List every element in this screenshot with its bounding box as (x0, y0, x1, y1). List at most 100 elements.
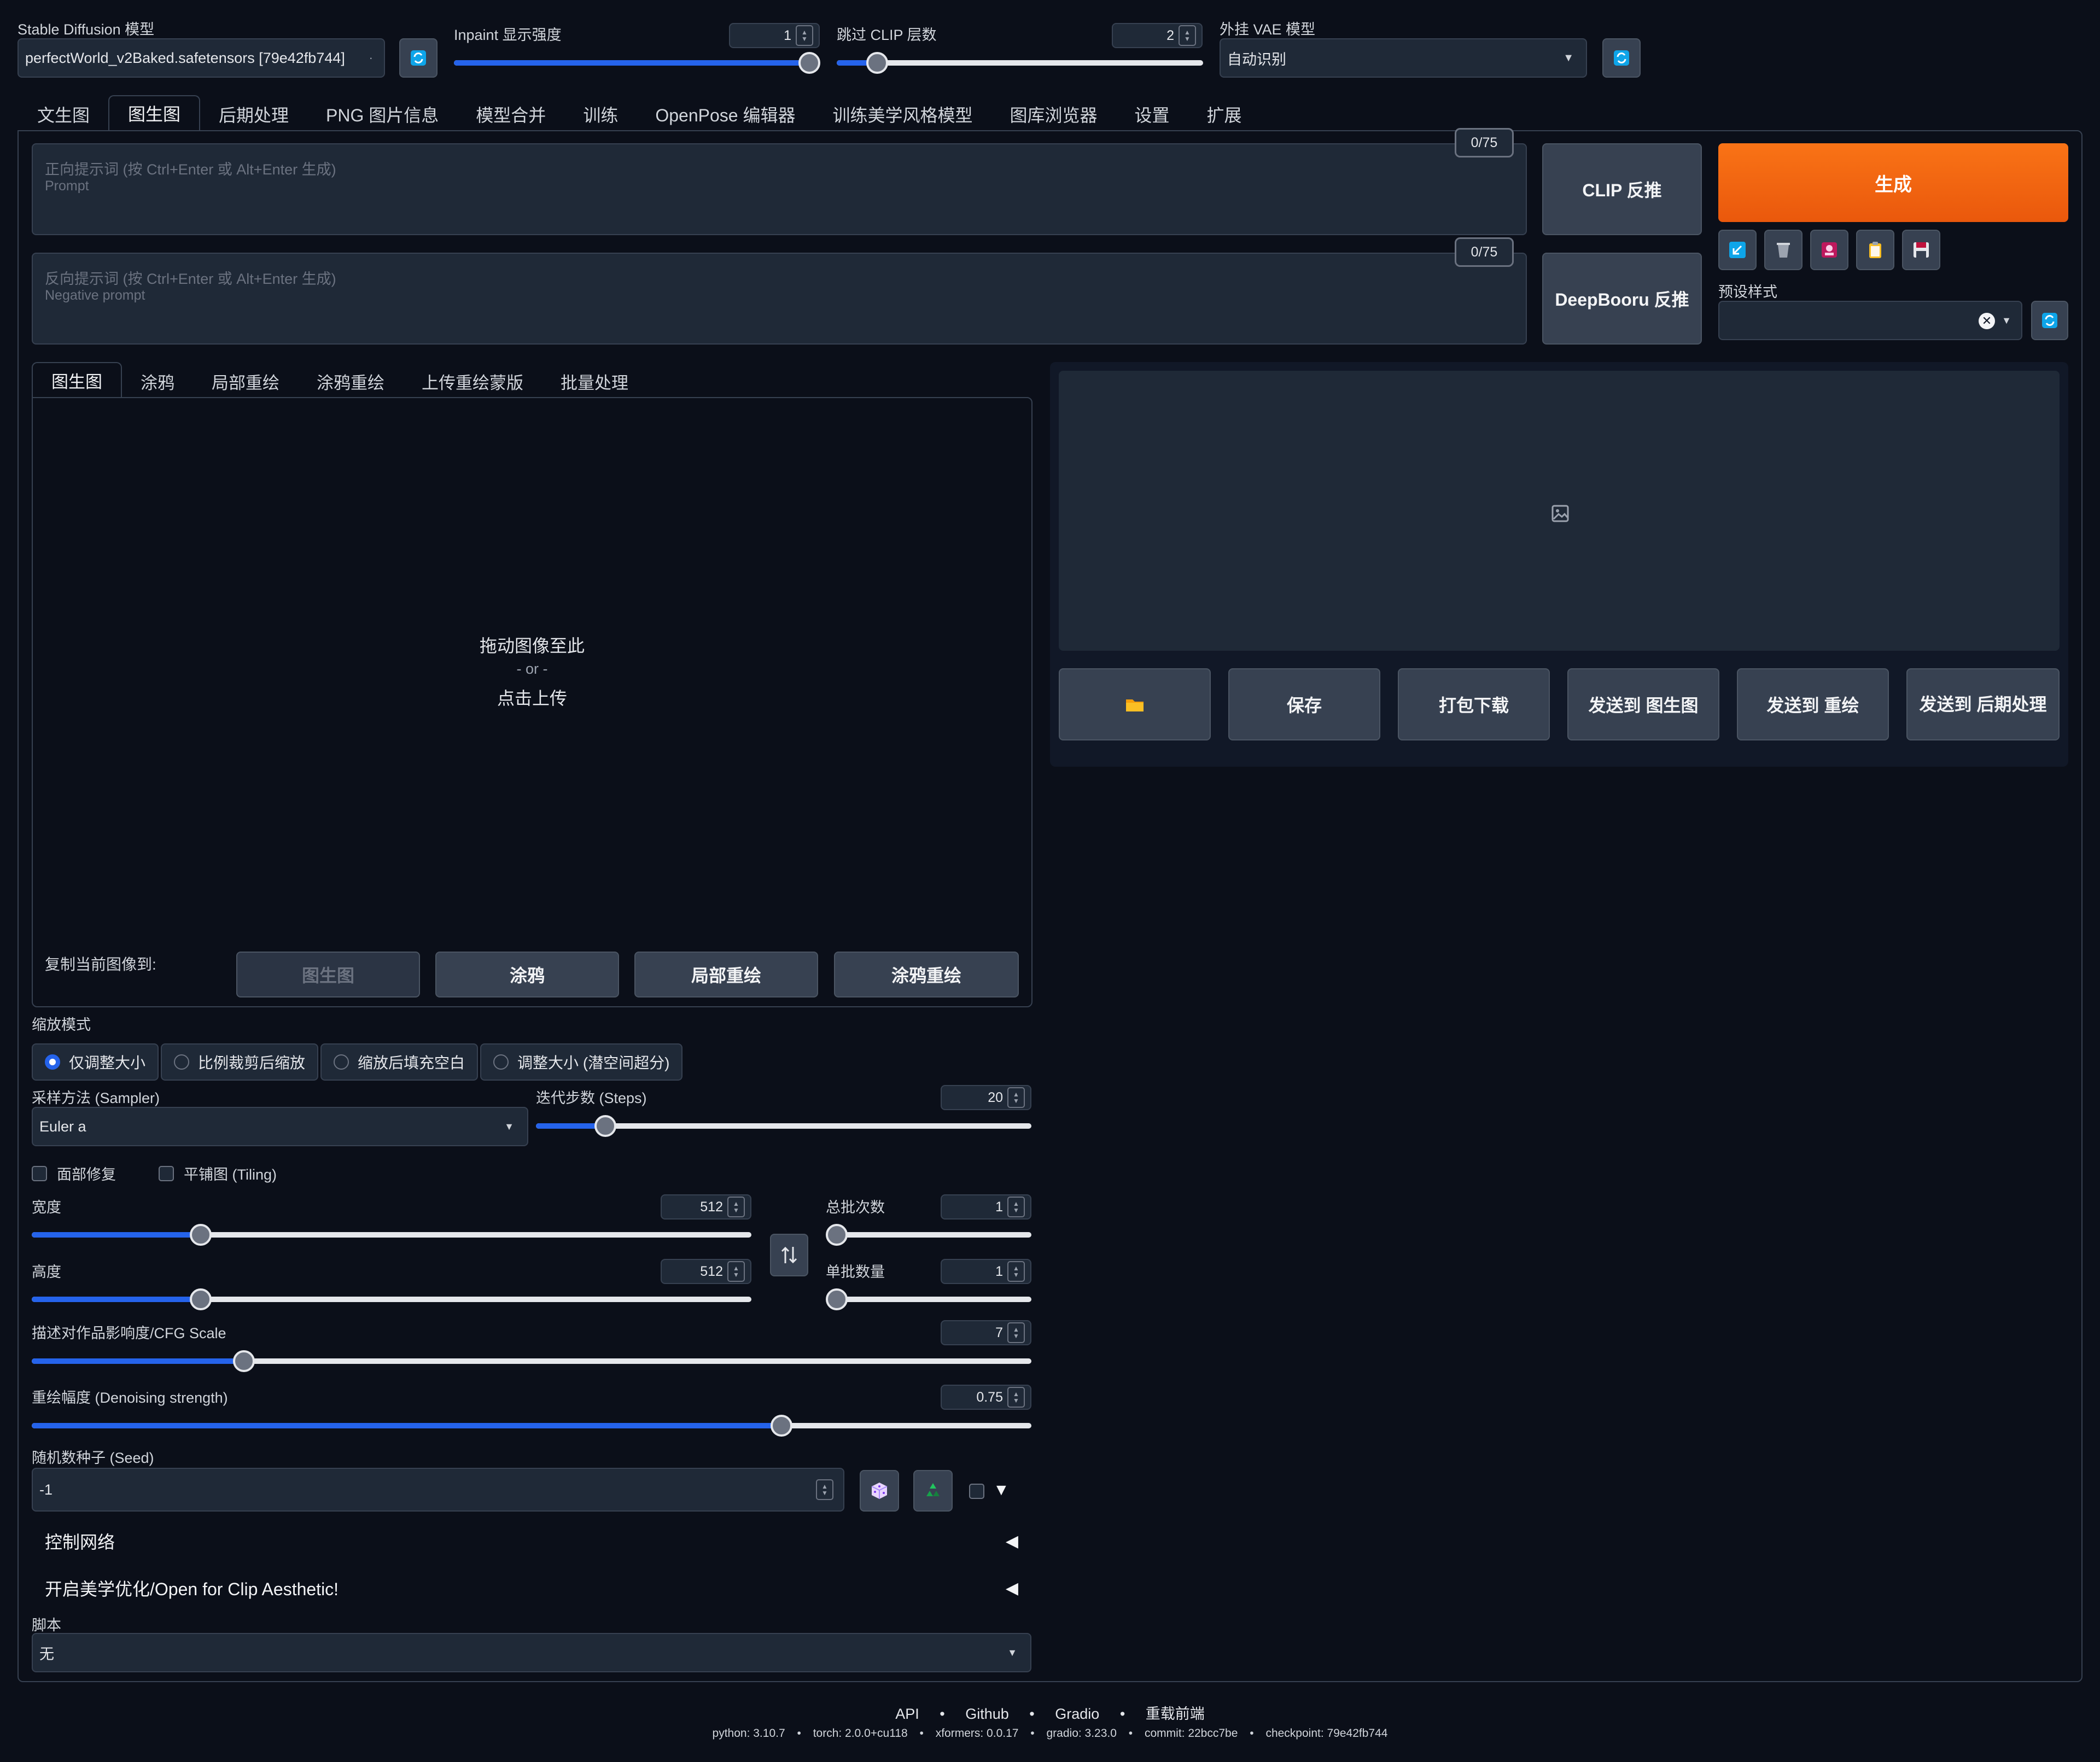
negative-prompt-input[interactable]: 反向提示词 (按 Ctrl+Enter 或 Alt+Enter 生成) Nega… (32, 253, 1527, 345)
zip-download-button[interactable]: 打包下载 (1398, 668, 1550, 740)
extra-networks-button[interactable] (1810, 230, 1848, 270)
height-slider[interactable] (32, 1288, 751, 1310)
batch-size-input[interactable]: 1 ▲ ▼ (941, 1259, 1031, 1284)
tab-inpaint-sketch[interactable]: 涂鸦重绘 (298, 364, 403, 398)
width-slider[interactable] (32, 1224, 751, 1246)
extra-seed-checkbox[interactable] (969, 1484, 984, 1499)
tab-settings[interactable]: 设置 (1116, 97, 1188, 131)
vae-select[interactable]: 自动识别 ▼ (1220, 38, 1587, 78)
footer-link-reload[interactable]: 重载前端 (1146, 1706, 1205, 1722)
spinner-icon[interactable]: ▲ ▼ (1179, 25, 1196, 46)
footer-link-gradio[interactable]: Gradio (1055, 1706, 1099, 1722)
positive-prompt-input[interactable]: 正向提示词 (按 Ctrl+Enter 或 Alt+Enter 生成) Prom… (32, 143, 1527, 235)
tab-inpaint[interactable]: 局部重绘 (193, 364, 298, 398)
save-style-button[interactable] (1902, 230, 1940, 270)
inpaint-strength-input[interactable]: 1 ▲ ▼ (729, 23, 820, 48)
reuse-seed-button[interactable] (913, 1470, 953, 1512)
steps-input[interactable]: 20 ▲ ▼ (941, 1085, 1031, 1110)
save-button[interactable]: 保存 (1228, 668, 1380, 740)
tab-merge[interactable]: 模型合并 (457, 97, 564, 131)
spinner-icon[interactable]: ▲ ▼ (796, 25, 813, 46)
clip-skip-slider[interactable] (837, 52, 1203, 74)
accordion-controlnet[interactable]: 控制网络 ◀ (32, 1521, 1031, 1561)
denoise-input[interactable]: 0.75 ▲ ▼ (941, 1385, 1031, 1410)
tab-png-info[interactable]: PNG 图片信息 (307, 97, 457, 131)
spinner-icon[interactable]: ▲ ▼ (727, 1261, 745, 1282)
image-upload-area[interactable]: 拖动图像至此 - or - 点击上传 (32, 397, 1032, 1007)
tab-sketch[interactable]: 涂鸦 (122, 364, 193, 398)
footer-link-api[interactable]: API (895, 1706, 919, 1722)
refresh-model-button[interactable] (399, 38, 438, 78)
clip-skip-input[interactable]: 2 ▲ ▼ (1112, 23, 1203, 48)
send-to-img2img-button[interactable]: 发送到 图生图 (1567, 668, 1719, 740)
spinner-icon[interactable]: ▲ ▼ (1007, 1261, 1025, 1282)
apply-style-button[interactable] (1856, 230, 1894, 270)
spinner-icon[interactable]: ▲ ▼ (1007, 1087, 1025, 1108)
sd-model-select[interactable]: perfectWorld_v2Baked.safetensors [79e42f… (18, 38, 385, 78)
copy-to-inpaint-sketch-button[interactable]: 涂鸦重绘 (834, 952, 1019, 997)
tab-batch[interactable]: 批量处理 (542, 364, 647, 398)
open-folder-button[interactable] (1059, 668, 1211, 740)
preset-style-select[interactable]: ✕ ▼ (1718, 301, 2022, 340)
inpaint-strength-slider[interactable] (454, 52, 820, 74)
tab-train[interactable]: 训练 (564, 97, 637, 131)
tab-inpaint-upload[interactable]: 上传重绘蒙版 (403, 364, 542, 398)
script-select[interactable]: 无 ▼ (32, 1633, 1031, 1672)
random-seed-button[interactable] (860, 1470, 899, 1512)
footer-link-github[interactable]: Github (965, 1706, 1009, 1722)
tab-openpose[interactable]: OpenPose 编辑器 (637, 97, 814, 131)
copy-to-img2img-button[interactable]: 图生图 (236, 952, 420, 997)
accordion-aesthetic[interactable]: 开启美学优化/Open for Clip Aesthetic! ◀ (32, 1568, 1031, 1608)
tab-gallery[interactable]: 图库浏览器 (991, 97, 1116, 131)
tab-extras[interactable]: 后期处理 (200, 97, 307, 131)
caret-down-icon[interactable]: ▼ (993, 1481, 1010, 1500)
spinner-icon[interactable]: ▲ ▼ (816, 1479, 833, 1500)
version-gradio: gradio: 3.23.0 (1046, 1727, 1117, 1740)
clip-interrogate-button[interactable]: CLIP 反推 (1542, 143, 1702, 235)
tab-img2img[interactable]: 图生图 (108, 95, 201, 131)
cfg-input[interactable]: 7 ▲ ▼ (941, 1320, 1031, 1345)
refresh-styles-button[interactable] (2031, 301, 2068, 340)
tab-txt2img[interactable]: 文生图 (19, 97, 108, 131)
resize-option-latent[interactable]: 调整大小 (潜空间超分) (480, 1043, 683, 1081)
resize-option-fill[interactable]: 缩放后填充空白 (320, 1043, 479, 1081)
refresh-vae-button[interactable] (1602, 38, 1641, 78)
height-input[interactable]: 512 ▲ ▼ (661, 1259, 751, 1284)
spinner-icon[interactable]: ▲ ▼ (1007, 1322, 1025, 1343)
resize-option-crop[interactable]: 比例裁剪后缩放 (161, 1043, 319, 1081)
seed-input[interactable]: -1 ▲ ▼ (32, 1468, 844, 1512)
cfg-slider[interactable] (32, 1350, 1031, 1372)
send-to-inpaint-button[interactable]: 发送到 重绘 (1737, 668, 1889, 740)
tab-extensions[interactable]: 扩展 (1188, 97, 1261, 131)
clear-icon[interactable]: ✕ (1979, 313, 1995, 329)
resize-option-just-resize[interactable]: 仅调整大小 (32, 1043, 159, 1081)
refresh-icon (1614, 50, 1629, 66)
footer-separator: • (940, 1706, 945, 1722)
batch-count-input[interactable]: 1 ▲ ▼ (941, 1194, 1031, 1220)
tiling-checkbox[interactable]: 平铺图 (Tiling) (159, 1163, 277, 1184)
send-to-extras-button[interactable]: 发送到 后期处理 (1906, 668, 2060, 740)
copy-to-sketch-button[interactable]: 涂鸦 (435, 952, 619, 997)
batch-count-slider[interactable] (826, 1224, 1031, 1246)
generate-button[interactable]: 生成 (1718, 143, 2068, 222)
face-restore-checkbox[interactable]: 面部修复 (32, 1163, 116, 1184)
sampler-select[interactable]: Euler a ▼ (32, 1107, 528, 1146)
swap-dimensions-button[interactable] (770, 1234, 808, 1276)
steps-slider[interactable] (536, 1115, 1031, 1137)
spinner-icon[interactable]: ▲ ▼ (1007, 1197, 1025, 1217)
read-params-button[interactable] (1718, 230, 1757, 270)
spinner-icon[interactable]: ▲ ▼ (1007, 1387, 1025, 1408)
clear-prompt-button[interactable] (1764, 230, 1802, 270)
preset-style-label: 预设样式 (1718, 284, 1777, 300)
tab-img2img-input[interactable]: 图生图 (32, 362, 122, 398)
accordion-aesthetic-label: 开启美学优化/Open for Clip Aesthetic! (45, 1579, 339, 1599)
tab-aesthetic-train[interactable]: 训练美学风格模型 (814, 97, 991, 131)
spinner-icon[interactable]: ▲ ▼ (727, 1197, 745, 1217)
width-input[interactable]: 512 ▲ ▼ (661, 1194, 751, 1220)
deepbooru-button[interactable]: DeepBooru 反推 (1542, 253, 1702, 345)
batch-size-slider[interactable] (826, 1288, 1031, 1310)
dice-icon (871, 1483, 888, 1499)
denoise-slider[interactable] (32, 1415, 1031, 1437)
copy-to-inpaint-button[interactable]: 局部重绘 (634, 952, 818, 997)
sd-model-label: Stable Diffusion 模型 (18, 21, 155, 38)
